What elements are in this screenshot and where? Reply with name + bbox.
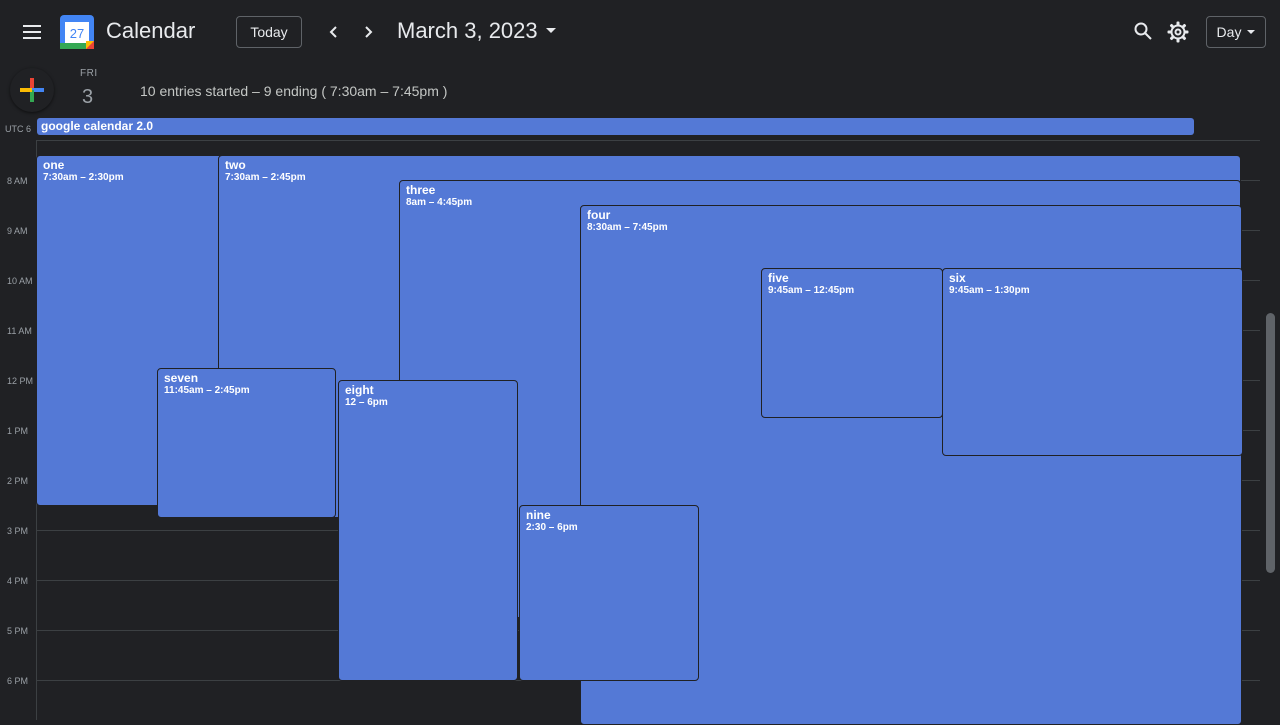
day-of-week-label: FRI — [80, 68, 98, 79]
event-block[interactable]: seven 11:45am – 2:45pm — [157, 368, 336, 518]
create-event-button[interactable] — [10, 68, 54, 112]
hour-label: 6 PM — [7, 676, 29, 686]
event-title: six — [949, 271, 966, 285]
event-block[interactable]: eight 12 – 6pm — [338, 380, 518, 681]
day-time-grid[interactable]: 8 AM 9 AM 10 AM 11 AM 12 PM 1 PM 2 PM 3 … — [0, 140, 1280, 725]
event-title: eight — [345, 383, 374, 397]
event-title: seven — [164, 371, 199, 385]
hour-label: 5 PM — [7, 626, 29, 636]
event-time: 9:45am – 1:30pm — [949, 285, 1030, 296]
event-time: 8:30am – 7:45pm — [587, 222, 668, 233]
gear-icon — [1167, 21, 1189, 43]
dropdown-arrow-icon — [1247, 29, 1256, 34]
event-time: 2:30 – 6pm — [526, 522, 578, 533]
settings-button[interactable] — [1164, 18, 1192, 46]
logo-day-number: 27 — [70, 26, 84, 41]
date-picker-button[interactable]: March 3, 2023 — [397, 18, 556, 44]
hour-gridline — [36, 140, 1260, 141]
event-block[interactable]: six 9:45am – 1:30pm — [942, 268, 1243, 456]
chevron-right-icon — [365, 26, 373, 38]
hour-label: 9 AM — [7, 226, 28, 236]
next-day-button[interactable] — [354, 18, 382, 46]
hour-label: 3 PM — [7, 526, 29, 536]
hour-label: 1 PM — [7, 426, 29, 436]
dropdown-arrow-icon — [545, 28, 556, 33]
hour-label: 8 AM — [7, 176, 28, 186]
search-icon — [1134, 22, 1152, 40]
main-menu-button[interactable] — [12, 12, 52, 52]
event-time: 12 – 6pm — [345, 397, 388, 408]
hour-label: 4 PM — [7, 576, 29, 586]
hour-label: 10 AM — [7, 276, 33, 286]
event-title: three — [406, 183, 436, 197]
event-title: four — [587, 208, 611, 222]
all-day-event[interactable]: google calendar 2.0 — [37, 118, 1194, 135]
search-button[interactable] — [1130, 18, 1156, 44]
view-switcher-button[interactable]: Day — [1206, 16, 1266, 48]
hour-label: 12 PM — [7, 376, 34, 386]
event-title: two — [225, 158, 246, 172]
day-number-button[interactable]: 3 — [82, 86, 93, 109]
event-title: nine — [526, 508, 551, 522]
event-block[interactable]: nine 2:30 – 6pm — [519, 505, 699, 681]
view-label: Day — [1216, 24, 1242, 40]
event-time: 9:45am – 12:45pm — [768, 285, 855, 296]
event-block[interactable]: five 9:45am – 12:45pm — [761, 268, 943, 418]
calendar-logo[interactable]: 27 — [60, 15, 94, 49]
hour-label: 2 PM — [7, 476, 29, 486]
plus-icon — [20, 78, 44, 102]
today-button[interactable]: Today — [236, 16, 302, 48]
menu-icon — [23, 25, 41, 39]
previous-day-button[interactable] — [320, 18, 348, 46]
event-title: five — [768, 271, 789, 285]
event-time: 11:45am – 2:45pm — [164, 385, 250, 396]
hour-label: 11 AM — [7, 326, 32, 336]
calendar-logo-icon: 27 — [60, 15, 94, 49]
top-app-bar: 27 Calendar Today March 3, 2023 Day — [0, 0, 1280, 64]
app-title: Calendar — [106, 18, 196, 43]
current-date-label: March 3, 2023 — [397, 18, 538, 43]
timezone-label: UTC 6 — [5, 124, 32, 134]
day-summary-text: 10 entries started – 9 ending ( 7:30am –… — [140, 83, 448, 99]
vertical-scrollbar[interactable] — [1266, 313, 1275, 573]
chevron-left-icon — [329, 26, 337, 38]
